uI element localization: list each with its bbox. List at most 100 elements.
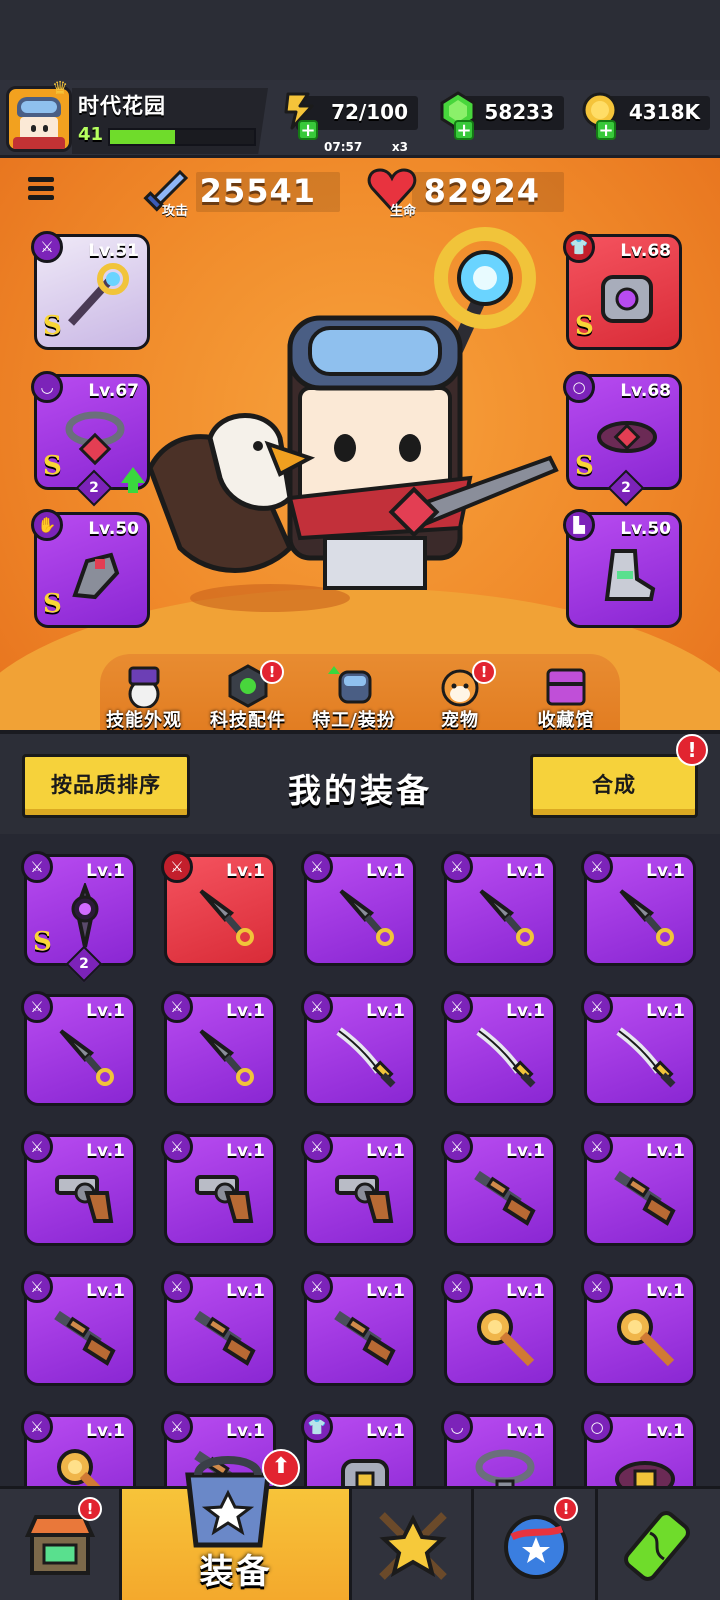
necklace-icon: ◡ bbox=[31, 371, 63, 403]
nav-equipment-tab[interactable]: ⬆ 装备 bbox=[122, 1449, 352, 1600]
item-level: Lv.1 bbox=[646, 1421, 685, 1441]
inventory-item-card[interactable]: ○ Lv.1 bbox=[581, 1411, 696, 1486]
bottom-navigation: ! ⬆ 装备 ! bbox=[0, 1449, 720, 1600]
equipped-boots-slot[interactable]: ▙ Lv.50 bbox=[563, 509, 682, 628]
weapon-icon: ⚔ bbox=[21, 991, 53, 1023]
equipped-gloves-slot[interactable]: ✋ Lv.50 S bbox=[31, 509, 150, 628]
inventory-item-card[interactable]: ⚔ Lv.1 bbox=[161, 1271, 276, 1386]
item-level: Lv.1 bbox=[86, 1141, 125, 1161]
weapon-icon: ⚔ bbox=[21, 851, 53, 883]
hero-panel: 25541 攻击 82924 生命 ⚔ Lv.51 S 👕 Lv.68 S ◡ … bbox=[0, 158, 720, 730]
weapon-icon: ⚔ bbox=[31, 231, 63, 263]
inventory-item-card[interactable]: ⚔ Lv.1 bbox=[301, 1131, 416, 1246]
health-value: 82924 bbox=[423, 172, 540, 210]
revolver-icon bbox=[55, 1175, 114, 1223]
inventory-item-card[interactable]: ◡ Lv.1 bbox=[441, 1411, 556, 1486]
item-level: Lv.1 bbox=[366, 1001, 405, 1021]
alert-badge: ! bbox=[78, 1497, 102, 1521]
item-level: Lv.1 bbox=[366, 1421, 405, 1441]
feature-skill-skin[interactable]: 技能外观 bbox=[94, 664, 194, 730]
inventory-item-card[interactable]: ⚔ Lv.1 bbox=[581, 1271, 696, 1386]
gem-plus-button[interactable]: + bbox=[454, 120, 474, 140]
grade-badge: S bbox=[33, 927, 52, 957]
inventory-item-card[interactable]: ⚔ Lv.1 bbox=[161, 851, 276, 966]
slot-level: Lv.50 bbox=[620, 519, 671, 539]
upgrade-arrow-icon bbox=[121, 467, 145, 493]
inventory-item-card[interactable]: ⚔ Lv.1 bbox=[161, 991, 276, 1106]
inventory-item-card[interactable]: ⚔ Lv.1 S 2 bbox=[21, 851, 136, 983]
weapon-icon: ⚔ bbox=[441, 851, 473, 883]
equipped-armor-slot[interactable]: 👕 Lv.68 S bbox=[563, 231, 682, 350]
necklace-icon: ◡ bbox=[441, 1411, 473, 1443]
item-level: Lv.1 bbox=[506, 1281, 545, 1301]
inventory-item-card[interactable]: ⚔ Lv.1 bbox=[581, 1131, 696, 1246]
weapon-icon: ⚔ bbox=[161, 1411, 193, 1443]
katana-icon bbox=[476, 1027, 536, 1088]
gem-belt-icon bbox=[597, 421, 657, 453]
feature-tech-parts[interactable]: ! 科技配件 bbox=[198, 660, 298, 730]
kunai-icon bbox=[339, 889, 394, 946]
item-level: Lv.1 bbox=[366, 1281, 405, 1301]
inventory-item-card[interactable]: ⚔ Lv.1 bbox=[21, 991, 136, 1106]
feature-agent-costume[interactable]: 特工/装扮 bbox=[304, 664, 404, 730]
item-level: Lv.1 bbox=[86, 1421, 125, 1441]
list-menu-button[interactable] bbox=[24, 172, 58, 206]
nav-battle-tab[interactable] bbox=[352, 1489, 474, 1600]
equipped-weapon-slot[interactable]: ⚔ Lv.51 S bbox=[31, 231, 150, 350]
kunai-icon bbox=[199, 889, 254, 946]
revolver-icon bbox=[335, 1175, 394, 1223]
nav-dna-tab[interactable] bbox=[598, 1489, 720, 1600]
feature-menu: 技能外观 ! 科技配件 特工/装扮 ! 宠物 收藏馆 bbox=[100, 654, 620, 730]
drill-staff-icon bbox=[477, 1309, 535, 1367]
item-level: Lv.1 bbox=[226, 1141, 265, 1161]
inventory-item-card[interactable]: ⚔ Lv.1 bbox=[441, 851, 556, 966]
weapon-icon: ⚔ bbox=[161, 991, 193, 1023]
coin-value: 4318K bbox=[628, 100, 700, 124]
inventory-item-card[interactable]: ⚔ Lv.1 bbox=[301, 991, 416, 1106]
inventory-item-card[interactable]: ⚔ Lv.1 bbox=[161, 1131, 276, 1246]
gem-counter[interactable]: + 58233 bbox=[440, 91, 564, 140]
item-level: Lv.1 bbox=[86, 861, 125, 881]
inventory-item-card[interactable]: ⚔ Lv.1 bbox=[581, 851, 696, 966]
revolver-icon bbox=[195, 1175, 254, 1223]
robot-armor-icon bbox=[601, 275, 653, 323]
inventory-item-card[interactable]: ⚔ Lv.1 bbox=[21, 1271, 136, 1386]
inventory-item-card[interactable]: ⚔ Lv.1 bbox=[21, 1411, 136, 1486]
nav-planet-tab[interactable]: ! bbox=[474, 1489, 598, 1600]
coin-counter[interactable]: + 4318K bbox=[582, 92, 710, 140]
energy-timer: 07:57 bbox=[324, 140, 363, 154]
weapon-icon: ⚔ bbox=[301, 991, 333, 1023]
mech-glove-icon bbox=[72, 552, 120, 600]
inventory-item-card[interactable]: ⚔ Lv.1 bbox=[441, 1131, 556, 1246]
inventory-item-card[interactable]: ⚔ Lv.1 bbox=[301, 851, 416, 966]
inventory-item-card[interactable]: ⚔ Lv.1 bbox=[441, 991, 556, 1106]
nav-shop-tab[interactable]: ! bbox=[0, 1489, 122, 1600]
grade-badge: S bbox=[575, 311, 594, 341]
inventory-grid: ⚔ Lv.1 S 2 ⚔ Lv.1 ⚔ Lv.1 ⚔ Lv.1 ⚔ Lv.1 ⚔ Lv.1 ⚔ Lv.1 ⚔ Lv… bbox=[0, 834, 720, 1486]
item-level: Lv.1 bbox=[646, 1281, 685, 1301]
energy-plus-button[interactable]: + bbox=[298, 120, 318, 140]
coin-plus-button[interactable]: + bbox=[596, 120, 616, 140]
slot-level: Lv.68 bbox=[620, 241, 671, 261]
grade-badge: S bbox=[43, 589, 62, 619]
shotgun-icon bbox=[194, 1310, 256, 1366]
inventory-item-card[interactable]: 👕 Lv.1 bbox=[301, 1411, 416, 1486]
inventory-item-card[interactable]: ⚔ Lv.1 bbox=[301, 1271, 416, 1386]
inventory-item-card[interactable]: ⚔ Lv.1 bbox=[581, 991, 696, 1106]
armor-icon: 👕 bbox=[301, 1411, 333, 1443]
feature-pets[interactable]: ! 宠物 bbox=[410, 660, 510, 730]
item-level: Lv.1 bbox=[506, 1141, 545, 1161]
upgrade-badge-icon: ⬆ bbox=[262, 1449, 300, 1487]
inventory-item-card[interactable]: ⚔ Lv.1 bbox=[441, 1271, 556, 1386]
equipped-belt-slot[interactable]: ○ Lv.68 S 2 bbox=[563, 371, 682, 507]
grade-badge: S bbox=[43, 451, 62, 481]
attack-value: 25541 bbox=[199, 172, 316, 210]
feature-collection[interactable]: 收藏馆 bbox=[516, 664, 616, 730]
merge-button[interactable]: 合成 bbox=[530, 754, 698, 818]
weapon-icon: ⚔ bbox=[581, 1271, 613, 1303]
equipped-necklace-slot[interactable]: ◡ Lv.67 S 2 bbox=[31, 371, 150, 507]
status-bar-area bbox=[0, 0, 720, 80]
energy-counter[interactable]: + 72/100 07:57 x3 bbox=[284, 92, 418, 154]
kunai-icon bbox=[619, 889, 674, 946]
inventory-item-card[interactable]: ⚔ Lv.1 bbox=[21, 1131, 136, 1246]
